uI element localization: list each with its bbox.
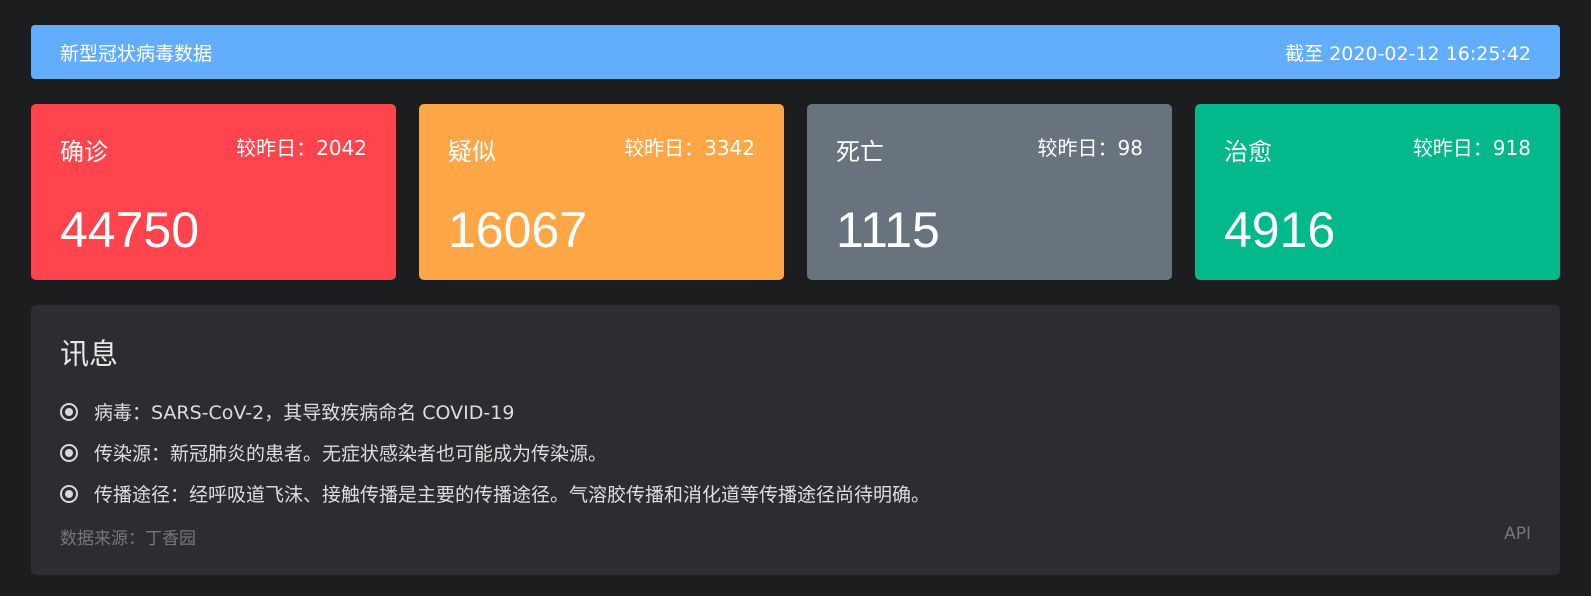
cured-label: 治愈 (1224, 138, 1272, 166)
app-title: 新型冠状病毒数据 (60, 42, 213, 65)
api-link[interactable]: API (1504, 524, 1531, 544)
confirmed-label: 确诊 (60, 138, 108, 166)
list-item: 病毒：SARS-CoV-2，其导致疾病命名 COVID-19 (60, 391, 930, 432)
death-label: 死亡 (836, 138, 884, 166)
death-delta: 较昨日：98 (1037, 136, 1143, 160)
list-item: 传播途径：经呼吸道飞沫、接触传播是主要的传播途径。气溶胶传播和消化道等传播途径尚… (60, 473, 930, 514)
confirmed-count: 44750 (60, 202, 200, 258)
confirmed-delta: 较昨日：2042 (236, 136, 367, 160)
cured-count: 4916 (1224, 202, 1336, 258)
data-source-text: 数据来源：丁香园 (60, 529, 196, 549)
death-count: 1115 (836, 202, 940, 258)
info-item-text: 病毒：SARS-CoV-2，其导致疾病命名 COVID-19 (94, 402, 515, 424)
info-item-text: 传染源：新冠肺炎的患者。无症状感染者也可能成为传染源。 (94, 443, 608, 465)
cured-card: 治愈 较昨日：918 4916 (1195, 104, 1560, 280)
radio-icon (60, 484, 78, 503)
stats-cards: 确诊 较昨日：2042 44750 疑似 较昨日：3342 16067 死亡 较… (31, 104, 1560, 280)
info-panel: 讯息 病毒：SARS-CoV-2，其导致疾病命名 COVID-19 传染源：新冠… (31, 305, 1560, 575)
radio-icon (60, 402, 78, 421)
header-bar: 新型冠状病毒数据 截至 2020-02-12 16:25:42 (31, 25, 1560, 79)
suspected-card: 疑似 较昨日：3342 16067 (419, 104, 784, 280)
cured-delta: 较昨日：918 (1412, 136, 1531, 160)
suspected-delta: 较昨日：3342 (624, 136, 755, 160)
confirmed-card: 确诊 较昨日：2042 44750 (31, 104, 396, 280)
info-item-text: 传播途径：经呼吸道飞沫、接触传播是主要的传播途径。气溶胶传播和消化道等传播途径尚… (94, 484, 931, 506)
update-timestamp: 截至 2020-02-12 16:25:42 (1285, 42, 1531, 65)
info-list: 病毒：SARS-CoV-2，其导致疾病命名 COVID-19 传染源：新冠肺炎的… (60, 391, 930, 514)
dashboard-page: 新型冠状病毒数据 截至 2020-02-12 16:25:42 确诊 较昨日：2… (0, 0, 1591, 596)
list-item: 传染源：新冠肺炎的患者。无症状感染者也可能成为传染源。 (60, 432, 930, 473)
death-card: 死亡 较昨日：98 1115 (807, 104, 1172, 280)
info-title: 讯息 (60, 337, 119, 371)
suspected-count: 16067 (448, 202, 588, 258)
radio-icon (60, 443, 78, 462)
suspected-label: 疑似 (448, 138, 496, 166)
